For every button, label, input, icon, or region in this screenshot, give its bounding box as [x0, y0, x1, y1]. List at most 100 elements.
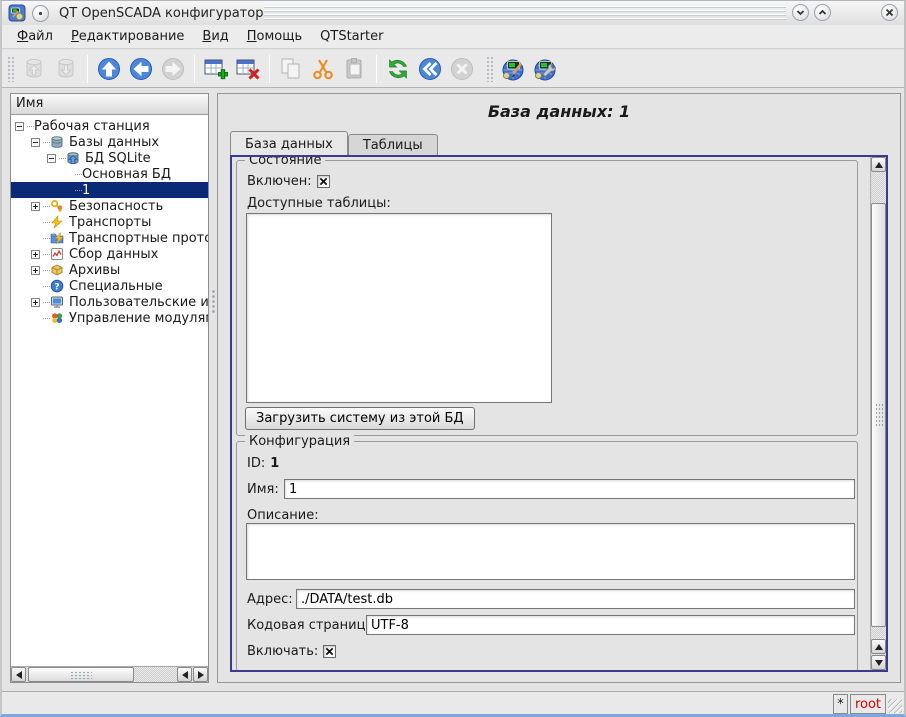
menu-edit[interactable]: Редактирование [62, 27, 193, 46]
close-button[interactable] [881, 4, 898, 21]
refresh-icon [385, 56, 411, 82]
tab-tables[interactable]: Таблицы [348, 134, 438, 155]
scroll-up-button[interactable] [871, 157, 886, 172]
cut-button[interactable] [307, 53, 339, 85]
minimize-button[interactable] [792, 4, 809, 21]
resize-grip[interactable] [888, 699, 902, 713]
transport-icon [50, 215, 65, 229]
database-module-icon [66, 151, 81, 165]
modules-icon [50, 311, 65, 325]
toolbar-separator [269, 55, 270, 83]
tab-database[interactable]: База данных [230, 131, 348, 155]
transport-protocol-icon [50, 231, 65, 245]
copy-icon [278, 56, 304, 82]
menu-view[interactable]: Вид [193, 27, 237, 46]
tree-item-security[interactable]: Безопасность [11, 198, 208, 214]
tree-item-user-interfaces[interactable]: Пользовательские интерфейсы [11, 294, 208, 310]
name-input[interactable] [284, 479, 855, 499]
name-label: Имя: [247, 482, 279, 497]
tree-item-workstation[interactable]: Рабочая станция [11, 118, 208, 134]
panel-splitter[interactable] [209, 93, 217, 683]
toolbar [2, 50, 904, 88]
up-level-button[interactable] [93, 53, 125, 85]
tree-header: Имя [11, 94, 208, 115]
archives-icon [50, 263, 65, 277]
enable-checkbox[interactable] [323, 645, 336, 658]
database-icon [50, 135, 65, 149]
stop-update-button [446, 53, 478, 85]
codepage-input[interactable] [366, 615, 855, 635]
vertical-scrollbar [870, 157, 886, 670]
expand-icon[interactable] [31, 202, 40, 211]
tables-label: Доступные таблицы: [247, 196, 391, 211]
tree-item-special[interactable]: ? Специальные [11, 278, 208, 294]
expand-icon[interactable] [31, 298, 40, 307]
tree-item-db-sqlite[interactable]: БД SQLite [11, 150, 208, 166]
load-icon [21, 56, 47, 82]
toolbar-separator [87, 55, 88, 83]
tree-item-1-selected[interactable]: 1 [11, 182, 208, 198]
toolbar-handle[interactable] [7, 56, 15, 82]
app-window: QT OpenSCADA конфигуратор Файл Редактиро… [0, 0, 906, 717]
scrollbar-thumb[interactable] [871, 203, 886, 627]
tables-listbox[interactable] [246, 213, 552, 403]
tree-item-databases[interactable]: Базы данных [11, 134, 208, 150]
add-item-button[interactable] [200, 53, 232, 85]
user-interfaces-icon [50, 295, 65, 309]
up-level-icon [96, 56, 122, 82]
back-button[interactable] [125, 53, 157, 85]
scroll-down-button[interactable] [871, 655, 886, 670]
tree-rows: Рабочая станция Базы данных БД SQLite [11, 116, 208, 666]
tab-content-scrollarea: Состояние Включен: Доступные таблицы: За… [230, 155, 888, 672]
scroll-viewport: Состояние Включен: Доступные таблицы: За… [232, 157, 870, 670]
collapse-icon[interactable] [31, 138, 40, 147]
tree-item-archives[interactable]: Архивы [11, 262, 208, 278]
vision-button[interactable] [529, 53, 561, 85]
collapse-icon[interactable] [15, 122, 24, 131]
cut-icon [310, 56, 336, 82]
menu-help[interactable]: Помощь [238, 27, 311, 46]
qtcfg-button[interactable] [497, 53, 529, 85]
scrollbar-thumb[interactable] [28, 667, 134, 682]
address-input[interactable] [296, 589, 855, 609]
save-button [50, 53, 82, 85]
tree-item-transport-protocols[interactable]: Транспортные протоколы [11, 230, 208, 246]
sticky-button[interactable] [32, 5, 49, 22]
load-system-button[interactable]: Загрузить систему из этой БД [245, 407, 475, 430]
tree-item-data-acquisition[interactable]: Сбор данных [11, 246, 208, 262]
menu-qtstarter[interactable]: QTStarter [311, 27, 392, 46]
toolbar-handle[interactable] [486, 56, 494, 82]
description-textarea[interactable] [246, 523, 855, 580]
description-label: Описание: [247, 508, 319, 523]
check-x-icon [319, 177, 328, 186]
qtcfg-icon [500, 56, 526, 82]
scroll-up-button[interactable] [871, 639, 886, 654]
refresh-button[interactable] [382, 53, 414, 85]
copy-button [275, 53, 307, 85]
collapse-icon[interactable] [47, 154, 56, 163]
forward-icon [160, 56, 186, 82]
tree-item-transports[interactable]: Транспорты [11, 214, 208, 230]
enabled-checkbox[interactable] [317, 175, 330, 188]
id-label: ID: [247, 456, 265, 471]
load-button [18, 53, 50, 85]
paste-button [339, 53, 371, 85]
expand-icon[interactable] [31, 250, 40, 259]
back-icon [128, 56, 154, 82]
vision-icon [532, 56, 558, 82]
main-panel: База данных: 1 База данных Таблицы Состо… [217, 93, 901, 683]
expand-icon[interactable] [31, 266, 40, 275]
delete-item-button[interactable] [232, 53, 264, 85]
maximize-button[interactable] [814, 4, 831, 21]
menu-file[interactable]: Файл [8, 27, 62, 46]
svg-text:?: ? [54, 282, 59, 292]
chevron-up-icon [817, 7, 828, 18]
close-icon [884, 7, 895, 18]
start-update-button[interactable] [414, 53, 446, 85]
scroll-left-button[interactable] [11, 667, 26, 682]
tree-item-main-db[interactable]: Основная БД [11, 166, 208, 182]
special-icon: ? [50, 279, 65, 293]
tree-item-module-management[interactable]: Управление модулями [11, 310, 208, 326]
scroll-right-button[interactable] [193, 667, 208, 682]
scroll-left-button[interactable] [177, 667, 192, 682]
